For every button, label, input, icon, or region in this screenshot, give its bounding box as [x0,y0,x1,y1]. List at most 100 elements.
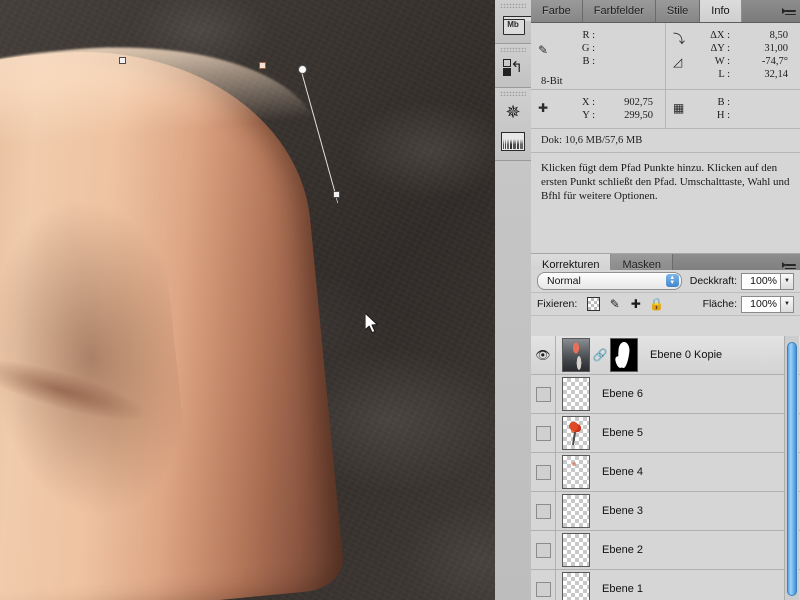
path-anchor-point-2[interactable] [333,191,340,198]
layer-name: Ebene 2 [602,544,643,556]
layer-name: Ebene 5 [602,427,643,439]
visibility-empty-box [535,581,551,597]
info-hint-text: Klicken fügt dem Pfad Punkte hinzu. Klic… [541,162,790,202]
layer-thumbnails [556,416,590,450]
fill-label: Fläche: [702,298,737,310]
blend-mode-select[interactable]: Normal ▲ ▼ [537,272,682,290]
opacity-label: Deckkraft: [689,275,737,287]
layer-thumbnails [556,572,590,600]
blend-mode-row: Normal ▲ ▼ Deckkraft: 100% ▼ [531,270,800,293]
layer-name: Ebene 4 [602,466,643,478]
path-anchor-point-3[interactable] [119,57,126,64]
layers-panel: Normal ▲ ▼ Deckkraft: 100% ▼ Fixieren: ✎ … [531,270,800,600]
image-canvas[interactable] [0,0,495,600]
dock-item-mini-bridge[interactable]: Mb [500,11,536,37]
dock-item-histogram[interactable] [500,128,526,154]
tabbar-filler [741,0,778,22]
opacity-value[interactable]: 100% [741,272,781,290]
marquee-icon: ▦ [673,101,685,115]
info-row-w: W : -74,7° [714,56,788,67]
dock-group-history: ↰ [495,44,531,88]
info-color-readout: ✎ R : G : B : 8-Bit [531,23,665,89]
layers-scrollbar[interactable] [784,336,799,600]
lock-transparency-icon[interactable] [587,297,601,311]
lock-position-icon[interactable]: ✚ [629,297,642,311]
tab-farbfelder[interactable]: Farbfelder [582,0,656,22]
layer-row-ebene-0-kopie[interactable]: 👁 🔗 Ebene 0 Kopie [531,336,800,375]
layer-thumbnail[interactable] [562,377,590,411]
lock-label: Fixieren: [537,298,578,310]
layer-visibility-toggle[interactable] [531,531,556,569]
eyedropper-icon: ✎ [538,43,549,57]
dock-item-navigator[interactable]: ✵ [500,99,526,125]
layer-row-ebene-4[interactable]: Ebene 4 [531,453,800,492]
eye-icon: 👁 [535,348,551,362]
info-panel-tabbar[interactable]: Farbe Farbfelder Stile Info [531,0,800,23]
lock-row: Fixieren: ✎ ✚ 🔒 Fläche: 100% ▼ [531,293,800,316]
crosshair-icon: ✚ [538,101,549,115]
link-icon[interactable]: 🔗 [593,348,608,362]
histogram-icon [501,131,525,151]
info-row-l: L : 32,14 [718,69,788,80]
chevron-updown-icon[interactable]: ▲ ▼ [665,274,679,287]
layer-thumbnail[interactable] [562,416,590,450]
info-measure-readout: ⤵ ◿ ΔX : 8,50 ΔY : 31,00 W : -74,7° L: … [665,23,800,89]
layer-visibility-toggle[interactable] [531,570,556,600]
delta-icon: ⤵ [673,32,686,46]
blend-mode-value: Normal [547,275,581,287]
compass-icon: ✵ [505,102,521,122]
lock-image-icon[interactable]: ✎ [608,297,621,311]
dock-group-bridge: Mb [495,0,536,44]
layer-row-ebene-6[interactable]: Ebene 6 [531,375,800,414]
info-row-width: B : [717,97,730,108]
layer-thumbnail[interactable] [562,455,590,489]
layer-thumbnails: 🔗 [556,338,638,372]
layer-visibility-toggle[interactable] [531,492,556,530]
info-row-b: B : [582,56,595,67]
info-row-x: X : 902,75 [581,97,653,108]
layer-thumbnail[interactable] [562,494,590,528]
dock-grip[interactable] [500,3,526,8]
layers-scrollbar-thumb[interactable] [787,342,797,596]
history-icon: ↰ [503,59,523,77]
visibility-empty-box [535,425,551,441]
dock-item-history[interactable]: ↰ [500,55,526,81]
dock-grip[interactable] [500,47,526,52]
tab-info[interactable]: Info [700,0,742,22]
layer-mask-thumbnail[interactable] [610,338,638,372]
info-panel-menu-button[interactable] [778,0,800,22]
layer-name: Ebene 6 [602,388,643,400]
opacity-dropdown-icon[interactable]: ▼ [781,272,794,290]
layer-name: Ebene 1 [602,583,643,595]
info-hint-padding [531,213,800,253]
angle-icon: ◿ [673,55,683,69]
layer-thumbnails [556,455,590,489]
lock-all-icon[interactable]: 🔒 [649,297,664,311]
layer-list[interactable]: 👁 🔗 Ebene 0 Kopie Ebene 6 Ebene 5 Ebene … [531,336,800,600]
layer-row-ebene-5[interactable]: Ebene 5 [531,414,800,453]
layer-visibility-toggle[interactable] [531,375,556,413]
layer-row-ebene-2[interactable]: Ebene 2 [531,531,800,570]
layer-thumbnail[interactable] [562,338,590,372]
fill-value[interactable]: 100% [741,295,781,313]
layer-thumbnails [556,494,590,528]
info-row-y: Y : 299,50 [582,110,653,121]
info-row-dx: ΔX : 8,50 [710,30,788,41]
tab-farbe[interactable]: Farbe [531,0,583,22]
layer-thumbnail[interactable] [562,533,590,567]
path-anchor-point-1[interactable] [298,65,307,74]
layer-row-ebene-1[interactable]: Ebene 1 [531,570,800,600]
collapsed-panel-dock[interactable]: Mb ↰ ✵ [495,0,536,600]
dock-grip[interactable] [500,91,526,96]
fill-dropdown-icon[interactable]: ▼ [781,295,794,313]
layer-visibility-toggle[interactable] [531,453,556,491]
layer-visibility-toggle[interactable]: 👁 [531,336,556,374]
dock-group-navigator: ✵ [495,88,531,161]
info-position-readout: ✚ X : 902,75 Y : 299,50 [531,90,665,128]
layer-thumbnail[interactable] [562,572,590,600]
layer-visibility-toggle[interactable] [531,414,556,452]
path-anchor-point-4[interactable] [259,62,266,69]
panel-menu-icon [782,7,796,16]
tab-stile[interactable]: Stile [655,0,701,22]
layer-row-ebene-3[interactable]: Ebene 3 [531,492,800,531]
